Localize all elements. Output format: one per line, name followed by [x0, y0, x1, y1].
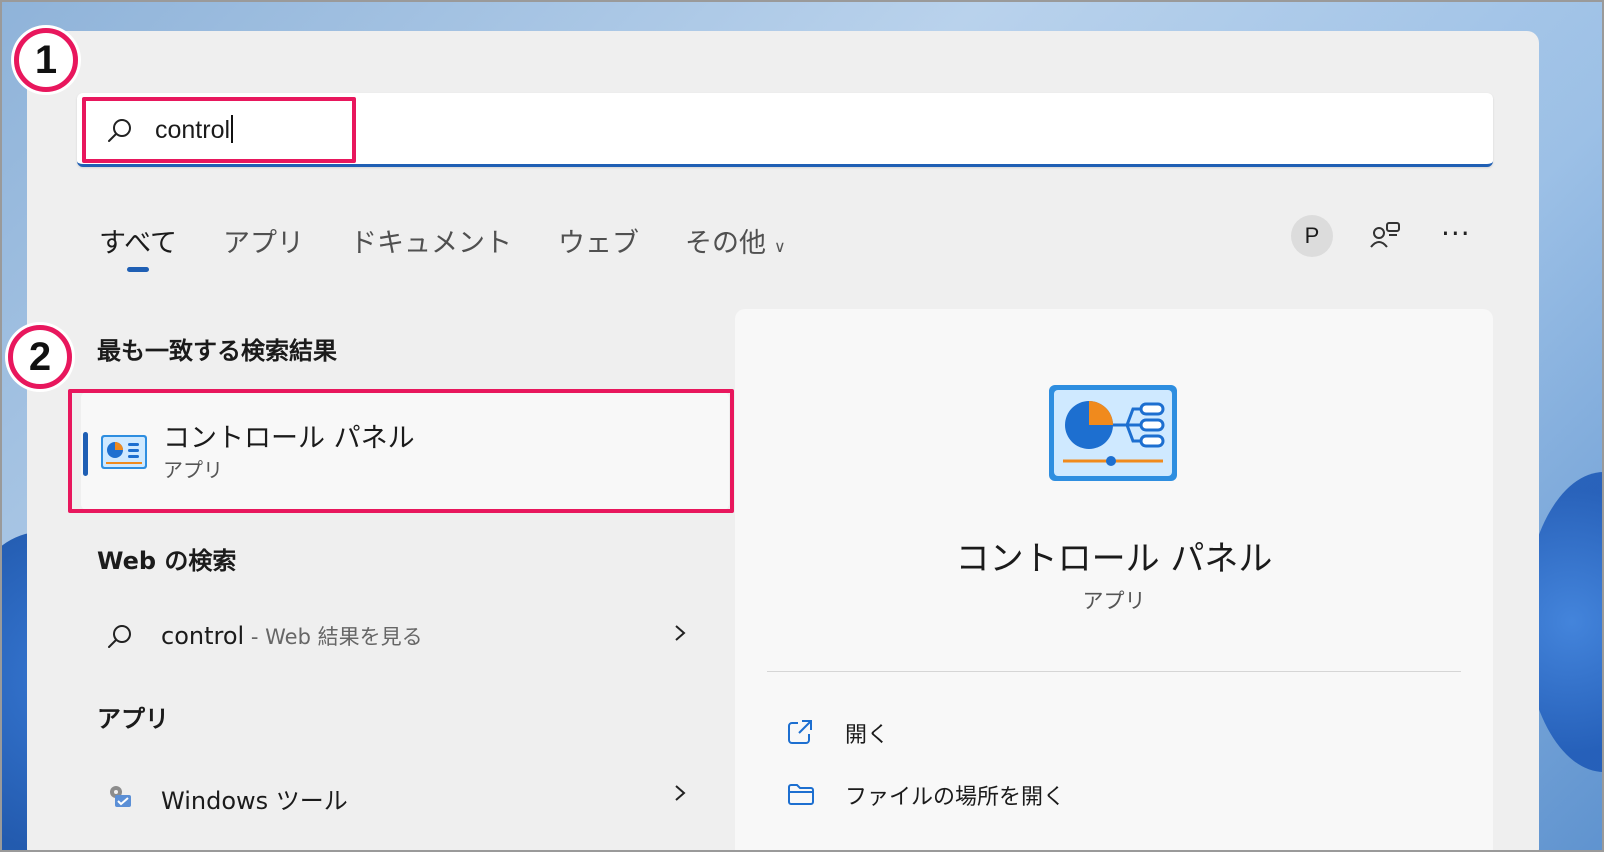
open-file-location-action[interactable]: ファイルの場所を開く	[787, 775, 1187, 815]
web-search-heading: Web の検索	[97, 547, 237, 575]
open-external-icon	[788, 720, 812, 744]
web-result-query: control	[161, 622, 245, 650]
chevron-down-icon: ∨	[774, 237, 786, 256]
tab-more[interactable]: その他 ∨	[685, 221, 786, 260]
more-options-icon[interactable]: ···	[1441, 217, 1471, 250]
web-result-text: control - Web 結果を見る	[161, 621, 423, 651]
open-label: 開く	[845, 723, 890, 748]
app-result-name: Windows ツール	[161, 787, 348, 815]
highlight-search-box	[82, 97, 356, 163]
app-result-windows-tools[interactable]: Windows ツール	[97, 771, 697, 821]
detail-type: アプリ	[1082, 589, 1146, 613]
folder-icon	[788, 784, 814, 805]
web-result-suffix: - Web 結果を見る	[244, 625, 423, 649]
open-file-location-label: ファイルの場所を開く	[845, 785, 1066, 810]
tab-more-label: その他	[685, 228, 767, 259]
chevron-right-icon	[675, 785, 686, 801]
tab-apps[interactable]: アプリ	[223, 221, 304, 260]
apps-heading: アプリ	[97, 705, 169, 733]
step-badge-2: 2	[8, 325, 72, 389]
detail-pane: コントロール パネル アプリ 開く ファイルの場所を開く	[735, 309, 1493, 852]
windows-tools-icon	[110, 786, 131, 807]
search-icon	[108, 625, 131, 648]
open-action[interactable]: 開く	[787, 713, 1187, 753]
filter-tabs: すべて アプリ ドキュメント ウェブ その他 ∨	[99, 221, 786, 272]
best-match-heading: 最も一致する検索結果	[97, 337, 337, 365]
control-panel-icon	[1049, 385, 1177, 481]
avatar[interactable]: P	[1291, 215, 1333, 257]
tab-all[interactable]: すべて	[99, 221, 177, 272]
highlight-best-match	[68, 389, 734, 513]
chevron-right-icon	[675, 625, 686, 641]
share-icon[interactable]	[1369, 219, 1403, 253]
divider	[767, 671, 1461, 672]
detail-name: コントロール パネル	[955, 539, 1273, 579]
step-badge-1: 1	[14, 28, 78, 92]
search-panel: control すべて アプリ ドキュメント ウェブ その他 ∨ P ··· 最も…	[27, 31, 1539, 852]
tab-documents[interactable]: ドキュメント	[350, 221, 512, 260]
tab-web[interactable]: ウェブ	[558, 221, 639, 260]
web-search-result[interactable]: control - Web 結果を見る	[97, 611, 697, 661]
